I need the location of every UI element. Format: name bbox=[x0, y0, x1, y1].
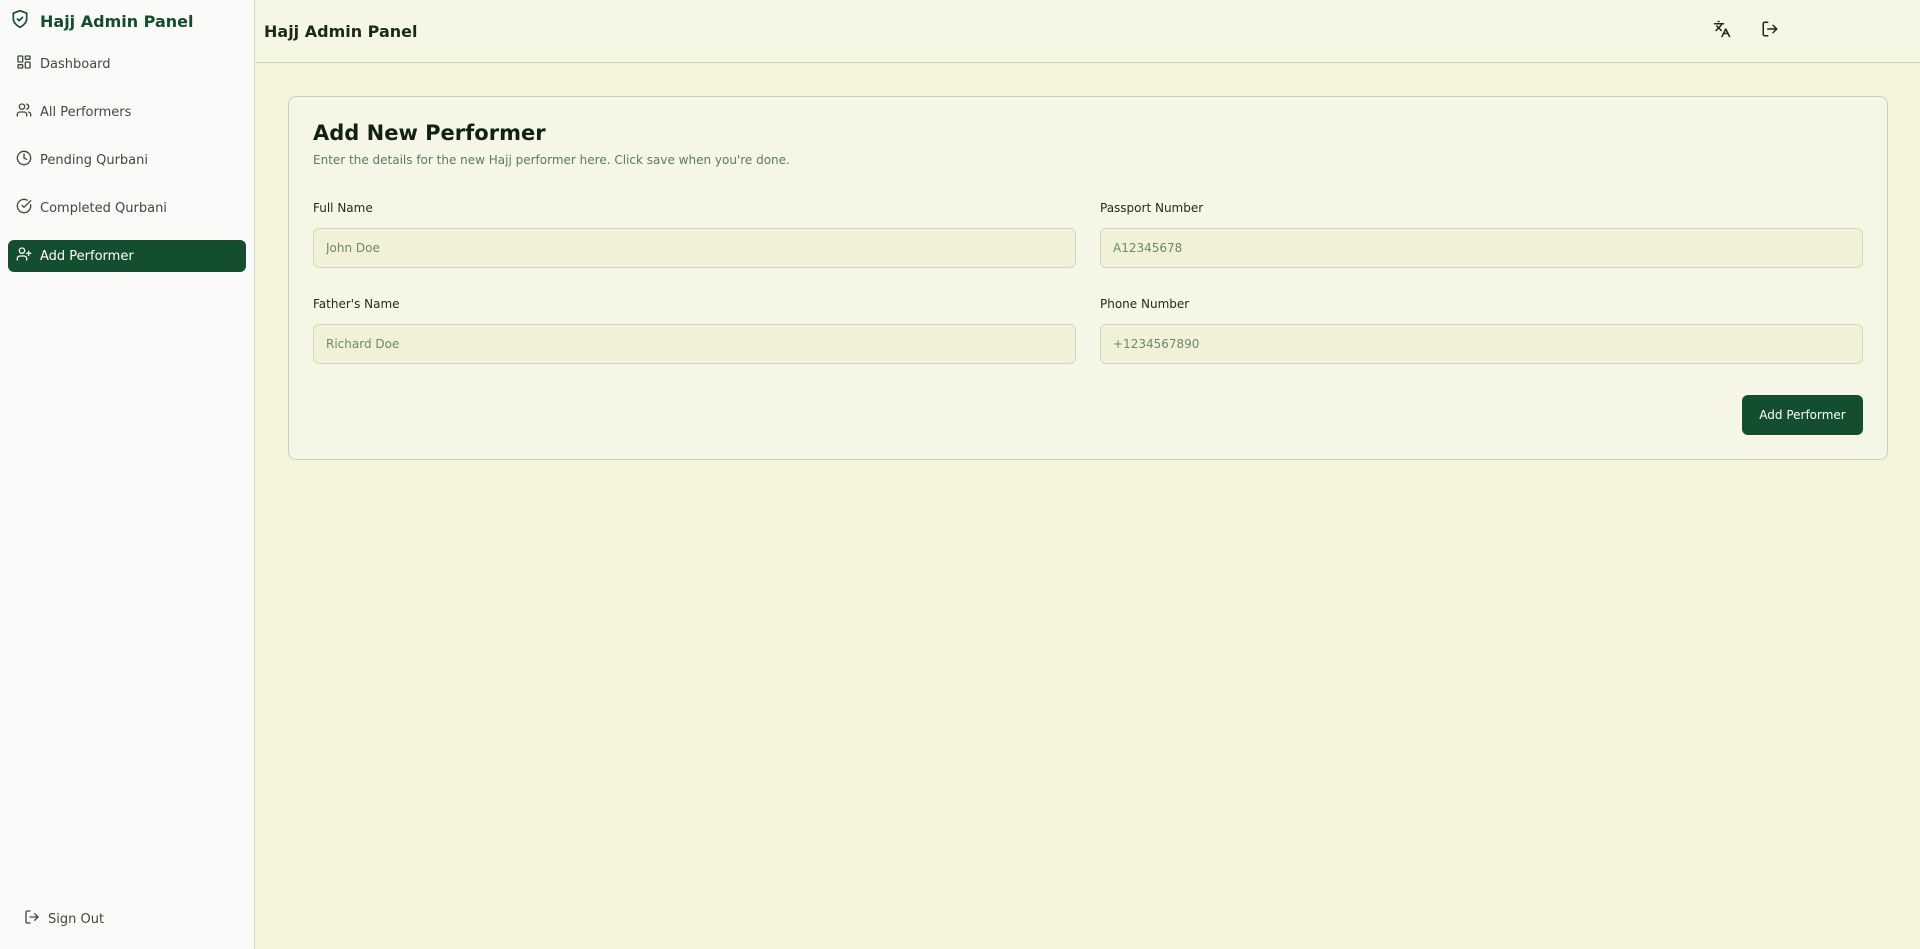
phone-number-field: Phone Number bbox=[1100, 296, 1863, 364]
sign-out-button[interactable]: Sign Out bbox=[16, 907, 112, 931]
sidebar-item-pending-qurbani[interactable]: Pending Qurbani bbox=[8, 144, 246, 176]
card-description: Enter the details for the new Hajj perfo… bbox=[313, 153, 790, 167]
passport-number-input[interactable] bbox=[1100, 228, 1863, 268]
clock-icon bbox=[16, 150, 32, 170]
sidebar-item-label: Add Performer bbox=[40, 248, 134, 264]
sidebar-item-completed-qurbani[interactable]: Completed Qurbani bbox=[8, 192, 246, 224]
logout-button[interactable] bbox=[1760, 17, 1780, 45]
sidebar-nav: Dashboard All Performers Pending Qurbani bbox=[0, 48, 254, 272]
sidebar-item-all-performers[interactable]: All Performers bbox=[8, 96, 246, 128]
add-performer-button[interactable]: Add Performer bbox=[1742, 395, 1863, 435]
check-circle-icon bbox=[16, 198, 32, 218]
sidebar-item-label: All Performers bbox=[40, 104, 132, 120]
sidebar: Hajj Admin Panel Dashboard All Performer… bbox=[0, 0, 255, 949]
logout-icon bbox=[24, 909, 40, 929]
user-plus-icon bbox=[16, 246, 32, 266]
sidebar-item-dashboard[interactable]: Dashboard bbox=[8, 48, 246, 80]
shield-check-icon bbox=[10, 8, 30, 34]
full-name-label: Full Name bbox=[313, 201, 373, 215]
sidebar-item-label: Completed Qurbani bbox=[40, 200, 167, 216]
full-name-input[interactable] bbox=[313, 228, 1076, 268]
phone-number-label: Phone Number bbox=[1100, 297, 1190, 311]
full-name-field: Full Name bbox=[313, 200, 1076, 268]
brand[interactable]: Hajj Admin Panel bbox=[0, 0, 254, 42]
page-title: Hajj Admin Panel bbox=[264, 21, 418, 41]
fathers-name-label: Father's Name bbox=[313, 297, 400, 311]
passport-number-label: Passport Number bbox=[1100, 201, 1204, 215]
add-performer-card: Add New Performer Enter the details for … bbox=[288, 96, 1888, 460]
card-title: Add New Performer bbox=[313, 121, 546, 145]
phone-number-input[interactable] bbox=[1100, 324, 1863, 364]
top-header: Hajj Admin Panel bbox=[256, 0, 1920, 63]
fathers-name-input[interactable] bbox=[313, 324, 1076, 364]
logout-icon bbox=[1761, 20, 1779, 42]
translate-icon bbox=[1713, 20, 1731, 42]
fathers-name-field: Father's Name bbox=[313, 296, 1076, 364]
passport-number-field: Passport Number bbox=[1100, 200, 1863, 268]
sign-out-label: Sign Out bbox=[48, 911, 105, 927]
sidebar-item-add-performer[interactable]: Add Performer bbox=[8, 240, 246, 272]
sidebar-item-label: Dashboard bbox=[40, 56, 111, 72]
brand-title: Hajj Admin Panel bbox=[40, 11, 194, 31]
users-icon bbox=[16, 102, 32, 122]
header-actions bbox=[1712, 17, 1780, 45]
dashboard-icon bbox=[16, 54, 32, 74]
translate-button[interactable] bbox=[1712, 17, 1732, 45]
sidebar-item-label: Pending Qurbani bbox=[40, 152, 148, 168]
